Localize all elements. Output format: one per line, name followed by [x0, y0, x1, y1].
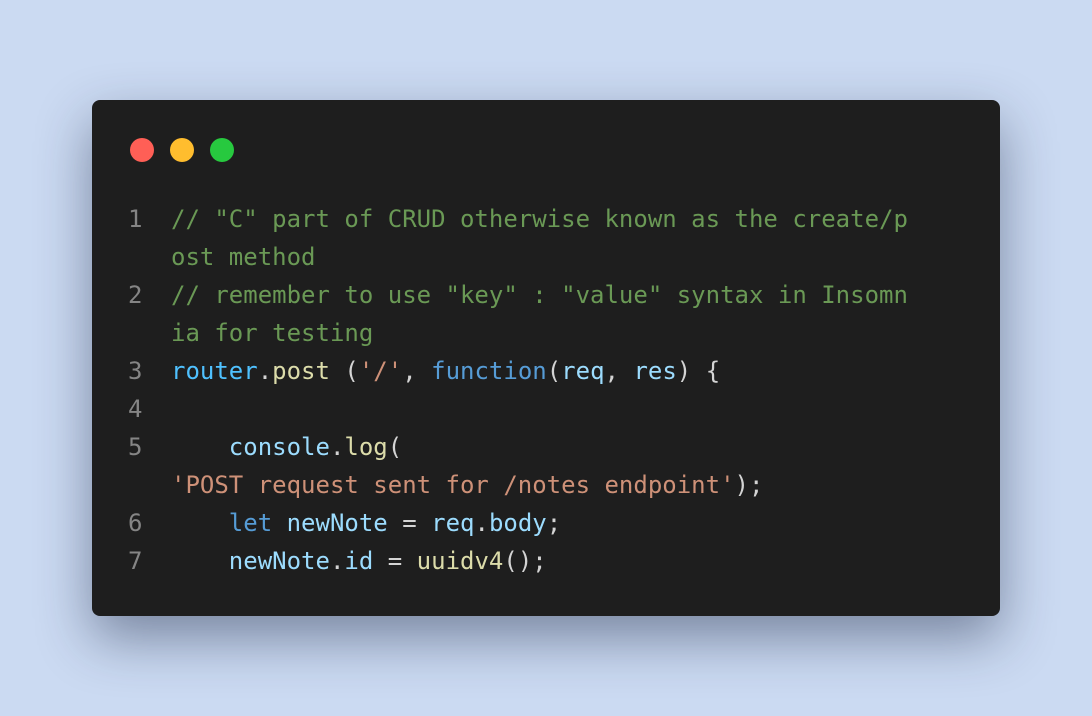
path-string: '/' — [358, 357, 403, 385]
code-line-4: 4 — [92, 390, 1000, 428]
equals-token: = — [387, 509, 432, 537]
close-token: ); — [734, 471, 764, 499]
newnote-token: newNote — [286, 509, 388, 537]
semicolon-token: ; — [546, 509, 562, 537]
comment-text: // remember to use "key" : "value" synta… — [171, 281, 908, 309]
newnote-token: newNote — [228, 547, 330, 575]
paren-token: ( — [387, 433, 403, 461]
minimize-window-button[interactable] — [170, 138, 194, 162]
code-line-2: 2 // remember to use "key" : "value" syn… — [92, 276, 1000, 314]
code-line-2-wrap: ia for testing — [92, 314, 1000, 352]
router-token: router — [171, 357, 258, 385]
body-token: body — [488, 509, 547, 537]
id-token: id — [344, 547, 374, 575]
function-keyword: function — [431, 357, 547, 385]
dot-token: . — [474, 509, 489, 537]
close-window-button[interactable] — [130, 138, 154, 162]
req-token: req — [431, 509, 475, 537]
comma-token: , — [604, 357, 634, 385]
paren-token: ( — [329, 357, 359, 385]
log-token: log — [344, 433, 388, 461]
call-token: (); — [503, 547, 547, 575]
comment-text-wrap: ia for testing — [171, 319, 374, 347]
equals-token: = — [373, 547, 417, 575]
code-line-6: 6 let newNote = req.body; — [92, 504, 1000, 542]
post-token: post — [272, 357, 330, 385]
comment-text: // "C" part of CRUD otherwise known as t… — [171, 205, 908, 233]
code-line-1-wrap: ost method — [92, 238, 1000, 276]
code-line-7: 7 newNote.id = uuidv4(); — [92, 542, 1000, 580]
code-line-1: 1 // "C" part of CRUD otherwise known as… — [92, 200, 1000, 238]
code-block: 1 // "C" part of CRUD otherwise known as… — [92, 200, 1000, 580]
uuidv4-token: uuidv4 — [416, 547, 504, 575]
res-param: res — [633, 357, 677, 385]
let-keyword: let — [228, 509, 273, 537]
dot-token: . — [257, 357, 273, 385]
close-token: ) { — [676, 357, 721, 385]
paren-token: ( — [546, 357, 562, 385]
comment-text-wrap: ost method — [171, 243, 316, 271]
maximize-window-button[interactable] — [210, 138, 234, 162]
code-line-5-wrap: 'POST request sent for /notes endpoint')… — [92, 466, 1000, 504]
log-message-string: 'POST request sent for /notes endpoint' — [171, 471, 735, 499]
comma-token: , — [402, 357, 432, 385]
code-line-5: 5 console.log( — [92, 428, 1000, 466]
dot-token: . — [329, 547, 345, 575]
dot-token: . — [329, 433, 345, 461]
code-window: 1 // "C" part of CRUD otherwise known as… — [92, 100, 1000, 616]
console-token: console — [228, 433, 330, 461]
code-line-3: 3 router.post ('/', function(req, res) { — [92, 352, 1000, 390]
req-param: req — [561, 357, 605, 385]
